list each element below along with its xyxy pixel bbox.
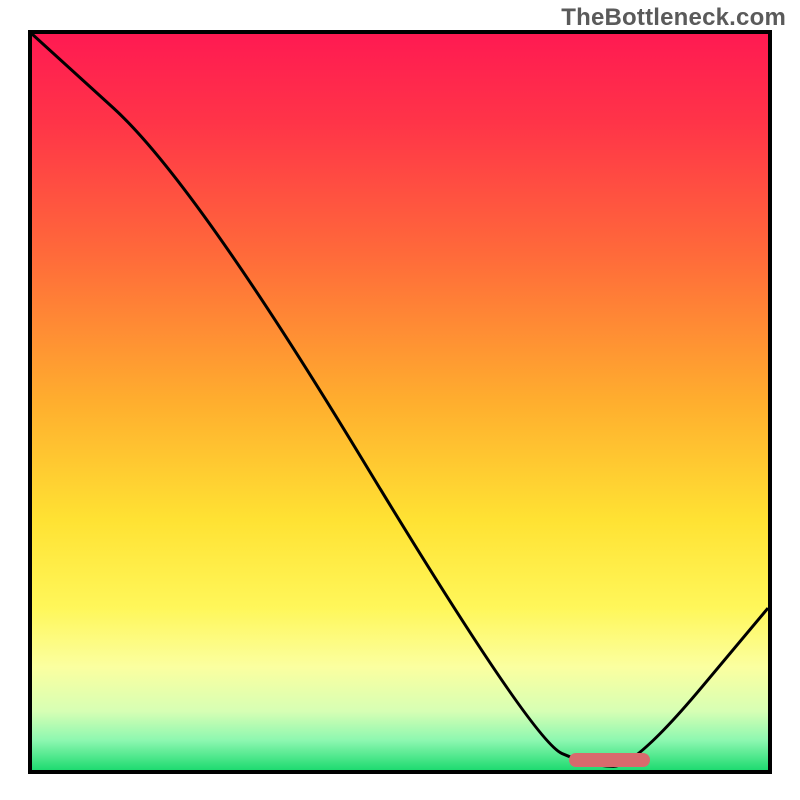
sweet-spot-bar	[569, 753, 650, 767]
bottleneck-curve	[32, 34, 768, 770]
chart-container: TheBottleneck.com	[0, 0, 800, 800]
plot-frame	[28, 30, 772, 774]
curve-path	[32, 34, 768, 766]
watermark-text: TheBottleneck.com	[561, 4, 786, 32]
